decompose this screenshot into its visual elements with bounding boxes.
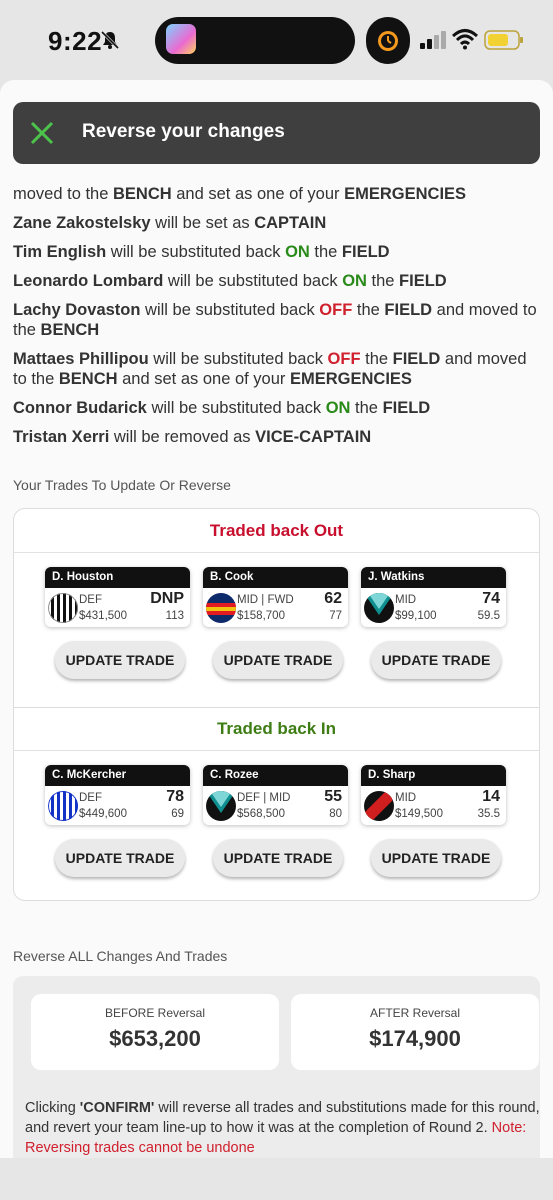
banner-title: Reverse your changes [82,121,285,142]
confirm-text: Clicking 'CONFIRM' will reverse all trad… [25,1100,540,1156]
player-score: 62 [324,590,342,607]
player-card[interactable]: C. McKercher DEF $449,600 78 69 [45,765,190,825]
player-name: J. Watkins [361,567,506,588]
reverse-banner: Reverse your changes [13,102,540,164]
player-position: MID | FWD [237,594,294,606]
after-value: $174,900 [369,1026,461,1051]
player-name: D. Houston [45,567,190,588]
player-name: C. Rozee [203,765,348,786]
before-label: BEFORE Reversal [104,1006,206,1020]
before-value: $653,200 [109,1026,201,1051]
change-item: moved to the BENCH and set as one of you… [13,185,467,203]
player-position: MID [395,594,417,606]
guernsey-icon [364,791,394,821]
player-price: $431,500 [79,610,127,622]
bell-muted-icon [100,30,120,50]
close-x-icon[interactable] [29,120,55,146]
player-card[interactable]: B. Cook MID | FWD $158,700 62 77 [203,567,348,627]
change-list: moved to the BENCH and set as one of you… [13,184,543,456]
guernsey-icon [364,593,394,623]
after-label: AFTER Reversal [369,1006,461,1020]
player-score: DNP [150,590,184,607]
reverse-sheet: Reverse your changes moved to the BENCH … [0,80,553,1158]
guernsey-icon [206,791,236,821]
trades-section-title: Your Trades To Update Or Reverse [13,477,231,493]
player-score: 78 [166,788,184,805]
alarm-icon [378,31,398,51]
player-card[interactable]: D. Houston DEF $431,500 DNP 113 [45,567,190,627]
player-average: 113 [165,610,184,622]
app-icon [166,24,196,54]
reverse-panel: BEFORE Reversal $653,200 AFTER Reversal … [13,976,540,1158]
player-name: D. Sharp [361,765,506,786]
change-item: Lachy Dovaston will be substituted back … [13,301,537,339]
change-item: Tim English will be substituted back ON … [13,243,390,261]
player-price: $568,500 [237,808,285,820]
update-trade-button[interactable]: UPDATE TRADE [55,839,185,877]
player-average: 35.5 [477,808,500,820]
player-position: DEF | MID [237,792,291,804]
player-position: DEF [79,792,102,804]
signal-icon [420,31,446,49]
change-item: Leonardo Lombard will be substituted bac… [13,272,447,290]
traded-out-heading: Traded back Out [14,509,539,553]
change-item: Connor Budarick will be substituted back… [13,399,431,417]
player-price: $149,500 [395,808,443,820]
player-price: $449,600 [79,808,127,820]
wifi-icon [452,29,478,50]
player-position: DEF [79,594,102,606]
change-item: Zane Zakostelsky will be set as CAPTAIN [13,214,327,232]
guernsey-icon [48,593,78,623]
player-score: 14 [482,788,500,805]
guernsey-icon [48,791,78,821]
trades-panel: Traded back Out D. Houston DEF $431,500 DNP… [13,508,540,901]
player-average: 80 [329,808,342,820]
player-price: $99,100 [395,610,437,622]
update-trade-button[interactable]: UPDATE TRADE [213,839,343,877]
player-position: MID [395,792,417,804]
before-reversal-card: BEFORE Reversal $653,200 [31,994,279,1070]
change-item: Mattaes Phillipou will be substituted ba… [13,350,527,388]
update-trade-button[interactable]: UPDATE TRADE [55,641,185,679]
player-card[interactable]: J. Watkins MID $99,100 74 59.5 [361,567,506,627]
update-trade-button[interactable]: UPDATE TRADE [371,641,501,679]
update-trade-button[interactable]: UPDATE TRADE [371,839,501,877]
player-average: 77 [329,610,342,622]
change-item: Tristan Xerri will be removed as VICE-CA… [13,428,372,446]
player-card[interactable]: D. Sharp MID $149,500 14 35.5 [361,765,506,825]
after-reversal-card: AFTER Reversal $174,900 [291,994,539,1070]
player-score: 55 [324,788,342,805]
home-bar [0,1158,553,1200]
player-price: $158,700 [237,610,285,622]
player-name: B. Cook [203,567,348,588]
player-average: 59.5 [477,610,500,622]
player-card[interactable]: C. Rozee DEF | MID $568,500 55 80 [203,765,348,825]
player-name: C. McKercher [45,765,190,786]
player-score: 74 [482,590,500,607]
reverse-section-title: Reverse ALL Changes And Trades [13,948,228,964]
player-average: 69 [171,808,184,820]
traded-in-heading: Traded back In [14,707,539,751]
update-trade-button[interactable]: UPDATE TRADE [213,641,343,679]
guernsey-icon [206,593,236,623]
status-bar: 9:22 [0,0,553,80]
status-time: 9:22 [48,26,103,56]
battery-icon [484,30,523,50]
